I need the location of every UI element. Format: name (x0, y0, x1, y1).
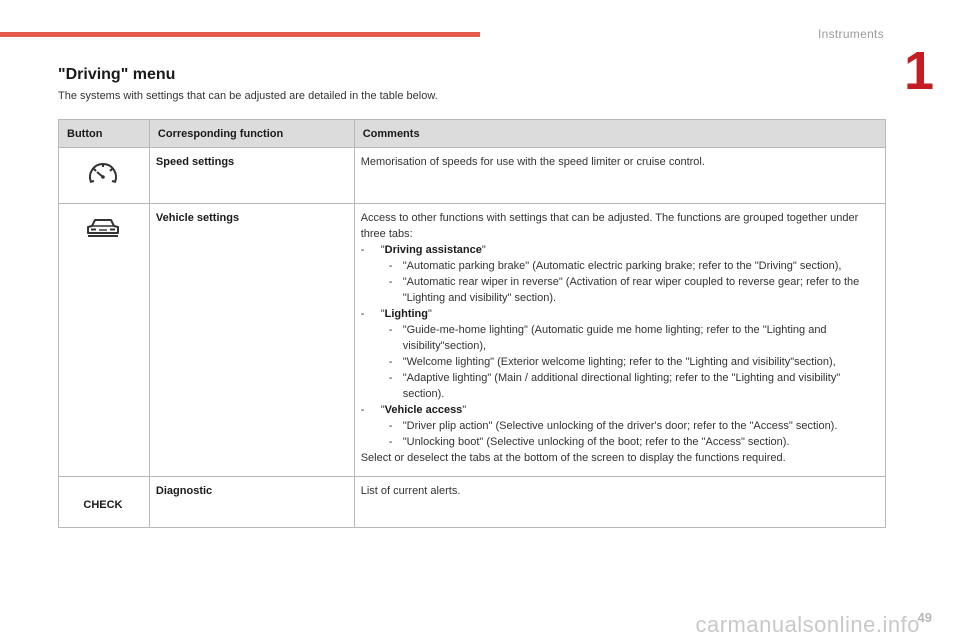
chapter-number: 1 (903, 41, 934, 101)
list-item: "Unlocking boot" (Selective unlocking of… (381, 434, 877, 450)
list-item: "Automatic parking brake" (Automatic ele… (381, 258, 877, 274)
sub-list: "Guide-me-home lighting" (Automatic guid… (381, 322, 877, 402)
tab-name: Driving assistance (384, 244, 482, 256)
diagnostic-button-cell: CHECK (58, 476, 150, 528)
vehicle-intro: Access to other functions with settings … (360, 212, 859, 240)
table-row: Speed settings Memorisation of speeds fo… (58, 147, 887, 204)
table-row: CHECK Diagnostic List of current alerts. (58, 476, 887, 528)
comment-text: List of current alerts. (360, 485, 461, 497)
tab-list: "Driving assistance" "Automatic parking … (361, 242, 877, 450)
vehicle-outro: Select or deselect the tabs at the botto… (360, 452, 786, 464)
list-item: "Automatic rear wiper in reverse" (Activ… (381, 274, 877, 306)
list-item: "Adaptive lighting" (Main / additional d… (381, 370, 877, 402)
function-name: Speed settings (155, 156, 235, 168)
chapter-name: Instruments (818, 27, 884, 41)
list-item: "Driver plip action" (Selective unlockin… (381, 418, 877, 434)
vehicle-button-cell (58, 203, 150, 477)
sub-list: "Driver plip action" (Selective unlockin… (381, 418, 877, 450)
header-button: Button (58, 119, 150, 148)
page-number: 49 (917, 610, 932, 625)
vehicle-function-cell: Vehicle settings (148, 203, 355, 477)
diagnostic-comment-cell: List of current alerts. (353, 476, 887, 528)
list-item: "Guide-me-home lighting" (Automatic guid… (381, 322, 877, 354)
section-title: "Driving" menu (58, 66, 176, 83)
vehicle-comment-cell: Access to other functions with settings … (353, 203, 887, 477)
section-intro: The systems with settings that can be ad… (58, 90, 438, 102)
list-item: "Vehicle access" "Driver plip action" (S… (361, 402, 877, 450)
header-comments: Comments (353, 119, 887, 148)
tab-name: Lighting (384, 308, 428, 320)
settings-table: Button Corresponding function Comments S… (58, 119, 887, 528)
accent-bar (0, 32, 480, 37)
list-item: "Welcome lighting" (Exterior welcome lig… (381, 354, 877, 370)
table-row: Vehicle settings Access to other functio… (58, 203, 887, 477)
check-button-label: CHECK (83, 499, 123, 511)
header-function: Corresponding function (148, 119, 355, 148)
speed-button-cell (58, 147, 150, 204)
watermark: carmanualsonline.info (695, 612, 920, 637)
comment-text: Memorisation of speeds for use with the … (360, 156, 705, 168)
sub-list: "Automatic parking brake" (Automatic ele… (381, 258, 877, 306)
list-item: "Driving assistance" "Automatic parking … (361, 242, 877, 306)
speedometer-icon (86, 160, 120, 193)
speed-comment-cell: Memorisation of speeds for use with the … (353, 147, 887, 204)
list-item: "Lighting" "Guide-me-home lighting" (Aut… (361, 306, 877, 402)
speed-function-cell: Speed settings (148, 147, 355, 204)
table-header-row: Button Corresponding function Comments (58, 119, 887, 148)
function-name: Vehicle settings (155, 212, 240, 224)
diagnostic-function-cell: Diagnostic (148, 476, 355, 528)
car-icon (85, 216, 121, 245)
tab-name: Vehicle access (384, 404, 463, 416)
function-name: Diagnostic (155, 485, 213, 497)
